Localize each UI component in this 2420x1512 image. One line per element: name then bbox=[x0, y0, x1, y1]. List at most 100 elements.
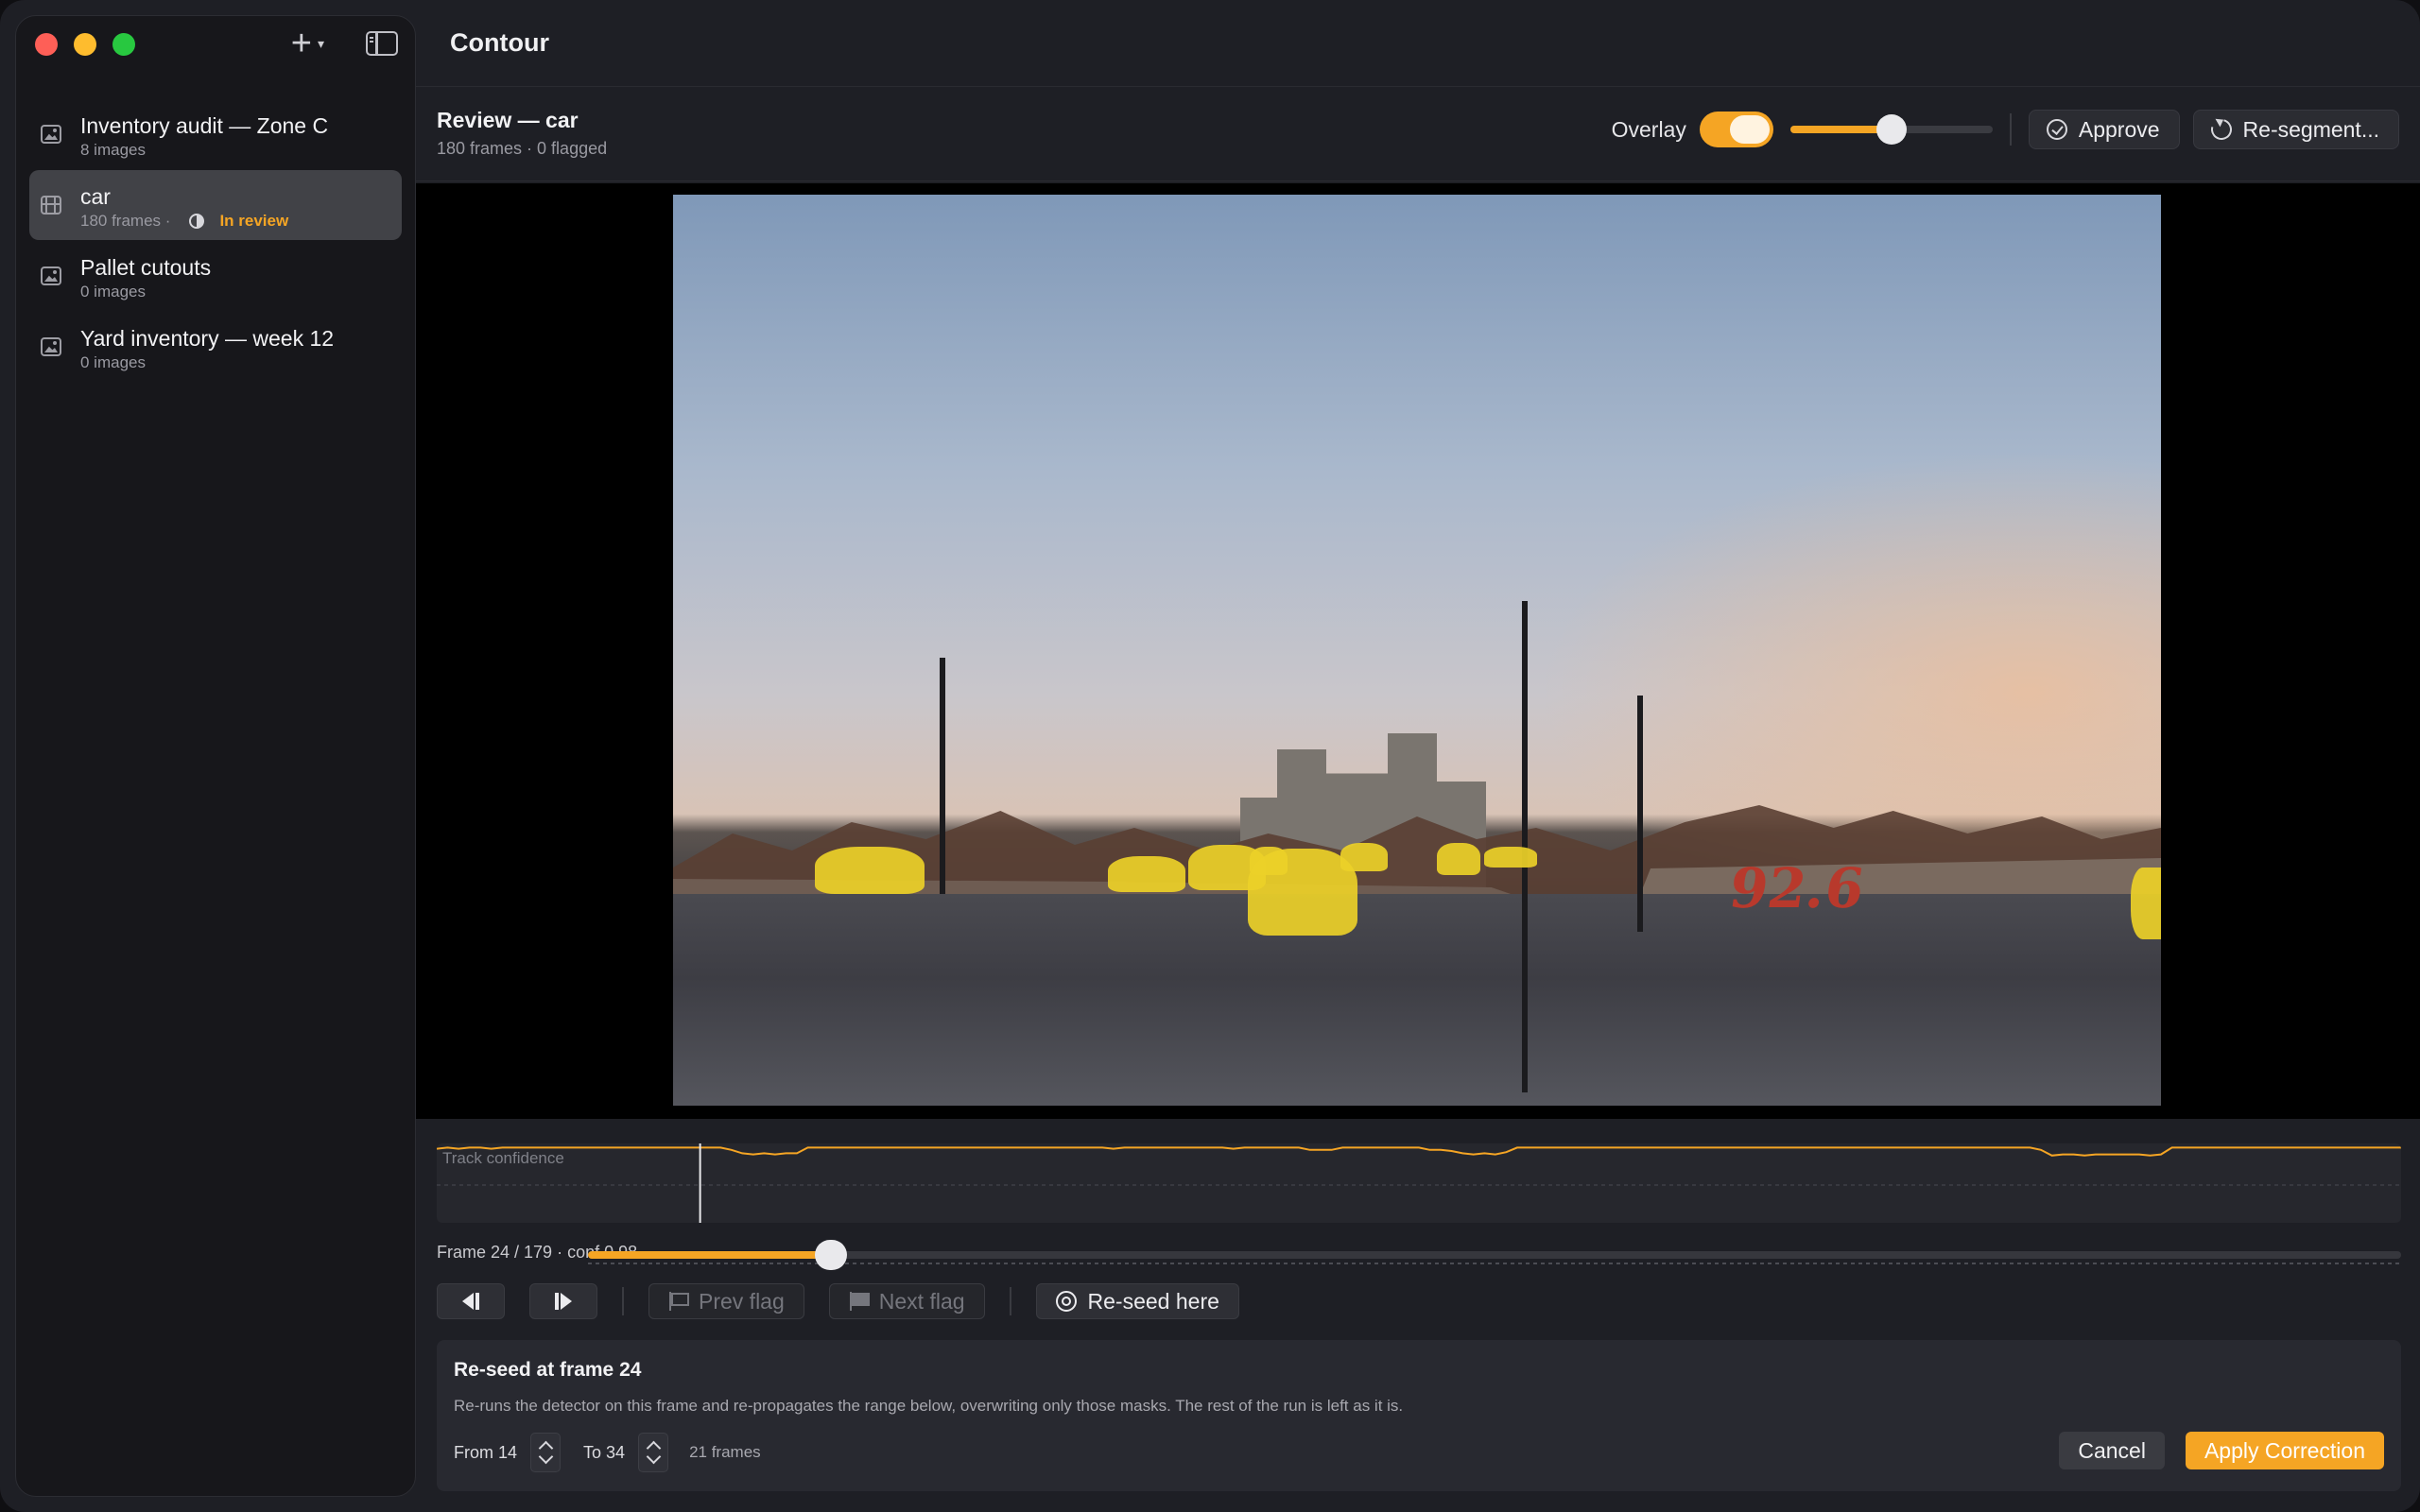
graffiti-mark: 92.6 bbox=[1725, 856, 1869, 920]
approve-button[interactable]: Approve bbox=[2028, 110, 2180, 149]
overlay-opacity-slider[interactable] bbox=[1789, 114, 1993, 145]
car-mask bbox=[815, 847, 925, 894]
separator-dot: · bbox=[557, 1243, 568, 1262]
sidebar-toggle-icon[interactable] bbox=[366, 31, 398, 56]
reseed-range: From 14 To 34 21 frames bbox=[454, 1433, 761, 1472]
road-surface bbox=[673, 894, 2161, 1106]
divider bbox=[2009, 113, 2012, 146]
main-pane: Contour Review — car 180 frames · 0 flag… bbox=[416, 0, 2420, 1512]
reseed-here-button[interactable]: Re-seed here bbox=[1035, 1283, 1239, 1319]
scrubber-fill bbox=[588, 1251, 832, 1259]
dataset-count-text: 8 images bbox=[80, 141, 146, 159]
dataset-count: 8 images bbox=[80, 139, 402, 162]
flag-filled-icon bbox=[849, 1292, 870, 1311]
prev-frame-button[interactable] bbox=[437, 1283, 505, 1319]
dataset-item[interactable]: Inventory audit — Zone C 8 images bbox=[29, 99, 402, 169]
scrubber-ticks bbox=[588, 1263, 2401, 1264]
sidebar: + ▾ Inventory audit — Zone C 8 images ca… bbox=[15, 15, 416, 1497]
car-mask bbox=[1108, 856, 1185, 892]
image-stack-icon bbox=[41, 125, 61, 144]
zoom-window-button[interactable] bbox=[112, 33, 135, 56]
confidence-chart bbox=[437, 1143, 2401, 1223]
overlay-label: Overlay bbox=[1611, 116, 1686, 142]
dataset-name: Yard inventory — week 12 bbox=[80, 326, 335, 351]
refresh-icon bbox=[2206, 114, 2236, 145]
overlay-toggle[interactable] bbox=[1699, 112, 1773, 147]
add-dataset-button[interactable]: + ▾ bbox=[290, 24, 324, 63]
step-forward-icon bbox=[555, 1293, 572, 1310]
video-frame[interactable]: 92.6 bbox=[673, 195, 2161, 1106]
from-stepper[interactable] bbox=[530, 1433, 562, 1472]
reseed-label: Re-seed here bbox=[1087, 1288, 1219, 1314]
dataset-name: Inventory audit — Zone C bbox=[80, 113, 329, 138]
car-mask bbox=[2131, 868, 2161, 939]
slider-thumb[interactable] bbox=[1876, 114, 1907, 145]
reseed-title: Re-seed at frame 24 bbox=[454, 1359, 642, 1381]
street-lamp bbox=[940, 658, 945, 894]
apply-correction-button[interactable]: Apply Correction bbox=[2185, 1432, 2384, 1469]
track-confidence-timeline[interactable]: Track confidence bbox=[437, 1143, 2401, 1223]
sidebar-toolbar: + ▾ bbox=[290, 24, 398, 63]
review-status-icon bbox=[189, 214, 205, 229]
next-frame-button[interactable] bbox=[529, 1283, 597, 1319]
review-header: Review — car 180 frames · 0 flagged Over… bbox=[416, 87, 2420, 181]
dataset-count-text: 180 frames · bbox=[80, 212, 171, 230]
flag-outline-icon bbox=[668, 1292, 689, 1311]
window-controls bbox=[35, 33, 135, 56]
next-flag-button[interactable]: Next flag bbox=[828, 1283, 985, 1319]
prev-flag-label: Prev flag bbox=[699, 1288, 785, 1314]
dataset-count-text: 0 images bbox=[80, 353, 146, 371]
dataset-count-text: 0 images bbox=[80, 283, 146, 301]
car-mask bbox=[1437, 843, 1480, 875]
frame-label: Frame 24 / 179 bbox=[437, 1243, 553, 1262]
car-mask bbox=[1340, 843, 1388, 871]
frame-scrubber-row: Frame 24 / 179 · conf 0.98 bbox=[437, 1240, 2401, 1270]
step-back-icon bbox=[462, 1293, 479, 1310]
titlebar: Contour bbox=[416, 0, 2420, 87]
divider bbox=[622, 1287, 624, 1315]
dataset-item[interactable]: Yard inventory — week 12 0 images bbox=[29, 312, 402, 382]
panel-actions: Cancel Apply Correction bbox=[2059, 1432, 2384, 1469]
app-window: + ▾ Inventory audit — Zone C 8 images ca… bbox=[0, 0, 2420, 1512]
playback-controls: Prev flag Next flag Re-seed here bbox=[437, 1283, 1239, 1319]
divider bbox=[1009, 1287, 1011, 1315]
plus-icon: + bbox=[290, 24, 312, 63]
car-mask bbox=[1484, 847, 1537, 868]
chevron-down-icon: ▾ bbox=[317, 35, 324, 51]
dataset-name: car bbox=[80, 184, 111, 209]
frame-scrubber[interactable] bbox=[588, 1240, 2401, 1270]
target-icon bbox=[1055, 1291, 1077, 1312]
frame-count: 21 frames bbox=[689, 1443, 761, 1461]
header-controls: Overlay Approve Re-segment... bbox=[1612, 110, 2399, 149]
dataset-count: 0 images bbox=[80, 281, 402, 303]
next-flag-label: Next flag bbox=[878, 1288, 965, 1314]
cancel-button[interactable]: Cancel bbox=[2059, 1432, 2165, 1469]
prev-flag-button[interactable]: Prev flag bbox=[648, 1283, 804, 1319]
dataset-count: 0 images bbox=[80, 352, 402, 374]
dataset-count: 180 frames · In review bbox=[80, 210, 402, 232]
scrubber-thumb[interactable] bbox=[815, 1240, 848, 1270]
minimize-window-button[interactable] bbox=[74, 33, 96, 56]
reseed-description: Re-runs the detector on this frame and r… bbox=[454, 1397, 1404, 1415]
dataset-item[interactable]: Pallet cutouts 0 images bbox=[29, 241, 402, 311]
reseed-panel: Re-seed at frame 24 Re-runs the detector… bbox=[437, 1340, 2401, 1491]
image-stack-icon bbox=[41, 337, 61, 356]
resegment-button[interactable]: Re-segment... bbox=[2192, 110, 2399, 149]
from-label: From 14 bbox=[454, 1442, 518, 1462]
close-window-button[interactable] bbox=[35, 33, 58, 56]
film-icon bbox=[41, 196, 61, 215]
status-badge: In review bbox=[219, 212, 289, 230]
app-title: Contour bbox=[450, 28, 549, 57]
to-label: To 34 bbox=[583, 1442, 626, 1462]
street-lamp bbox=[1637, 696, 1643, 932]
dataset-list: Inventory audit — Zone C 8 images car 18… bbox=[29, 99, 402, 383]
video-stage: 92.6 bbox=[416, 183, 2420, 1119]
image-stack-icon bbox=[41, 266, 61, 285]
check-circle-icon bbox=[2046, 119, 2067, 140]
sky-glow bbox=[1499, 431, 2161, 866]
dataset-name: Pallet cutouts bbox=[80, 255, 212, 280]
dataset-item-active[interactable]: car 180 frames · In review bbox=[29, 170, 402, 240]
toggle-knob bbox=[1729, 115, 1770, 144]
resegment-label: Re-segment... bbox=[2242, 116, 2379, 142]
to-stepper[interactable] bbox=[638, 1433, 669, 1472]
